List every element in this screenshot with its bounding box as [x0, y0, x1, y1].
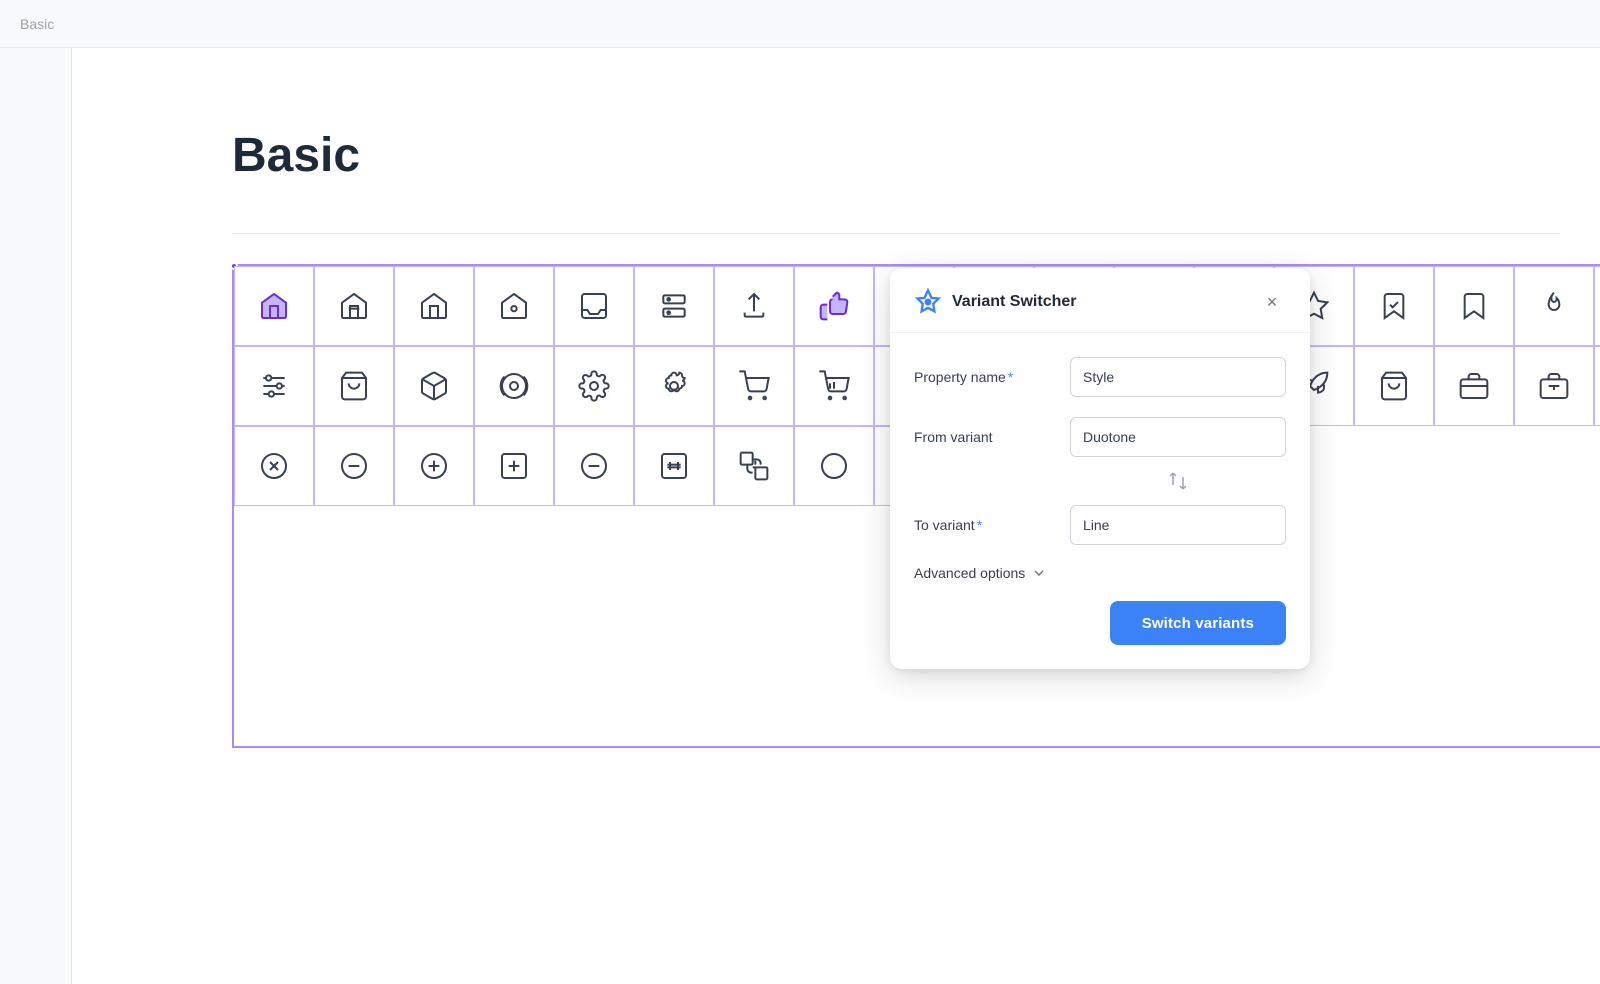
icon-cell: [1434, 346, 1514, 426]
icon-cell: [634, 266, 714, 346]
panel-icon: [914, 288, 942, 316]
to-variant-input[interactable]: [1070, 505, 1286, 545]
advanced-options-label: Advanced options: [914, 565, 1025, 581]
breadcrumb-bar: Basic: [0, 0, 1600, 48]
variant-switcher-panel: Variant Switcher × Property name* From v…: [890, 268, 1310, 669]
property-name-input[interactable]: [1070, 357, 1286, 397]
icon-cell: [1434, 266, 1514, 346]
required-star: *: [1008, 369, 1013, 385]
thumbs-up-filled-icon: [818, 290, 850, 322]
icon-cell: [394, 266, 474, 346]
icon-cell: [394, 426, 474, 506]
icon-cell: [1594, 346, 1600, 426]
property-name-row: Property name*: [914, 357, 1286, 397]
icon-cell: [714, 266, 794, 346]
icon-cell: [394, 346, 474, 426]
home-filled-icon: [258, 290, 290, 322]
swap-icon-wrapper: [914, 469, 1286, 493]
panel-body: Property name* From variant To variant* …: [890, 333, 1310, 581]
to-variant-row: To variant*: [914, 505, 1286, 545]
icon-cell: [1354, 266, 1434, 346]
icon-cell: [474, 346, 554, 426]
bookmark-check-icon: [1378, 290, 1410, 322]
icon-cell: [1514, 346, 1594, 426]
cart-detail-icon: [818, 370, 850, 402]
icon-grid-wrapper: [72, 254, 1600, 748]
panel-header: Variant Switcher ×: [890, 268, 1310, 333]
briefcase-outline-icon: [1538, 370, 1570, 402]
advanced-options-row[interactable]: Advanced options: [914, 565, 1286, 581]
to-variant-label: To variant*: [914, 517, 1054, 533]
inbox-icon: [578, 290, 610, 322]
property-name-label: Property name*: [914, 369, 1054, 385]
icon-cell: [714, 426, 794, 506]
chevron-down-icon: [1031, 565, 1047, 581]
icon-cell: [474, 426, 554, 506]
icon-cell: [794, 426, 874, 506]
cart-icon: [738, 370, 770, 402]
minus-circle-icon: [338, 450, 370, 482]
icon-cell: [1594, 266, 1600, 346]
page-title: Basic: [232, 128, 1600, 183]
box-icon: [418, 370, 450, 402]
settings-circle-icon: [498, 370, 530, 402]
bookmark-icon: [1458, 290, 1490, 322]
settings-flower-icon: [658, 370, 690, 402]
icon-cell: [234, 426, 314, 506]
circle-icon: [818, 450, 850, 482]
icon-cell: [234, 266, 314, 346]
close-button[interactable]: ×: [1258, 288, 1286, 316]
icon-cell: [234, 346, 314, 426]
from-variant-row: From variant: [914, 417, 1286, 457]
icon-cell: [634, 346, 714, 426]
home-outline-icon: [418, 290, 450, 322]
from-variant-label: From variant: [914, 429, 1054, 445]
panel-title: Variant Switcher: [952, 293, 1077, 311]
divider: [232, 233, 1560, 234]
icon-cell: [794, 346, 874, 426]
icon-cell: [554, 426, 634, 506]
settings-gear-icon: [578, 370, 610, 402]
icon-cell: [314, 346, 394, 426]
home-settings-icon: [498, 290, 530, 322]
shopping-bag-icon: [1378, 370, 1410, 402]
home-minus-icon: [338, 290, 370, 322]
icon-cell: [1514, 266, 1594, 346]
plus-circle-icon: [418, 450, 450, 482]
fire-icon: [1538, 290, 1570, 322]
bag-icon: [338, 370, 370, 402]
icon-cell: [474, 266, 554, 346]
settings-sliders-icon: [258, 370, 290, 402]
icon-cell: [1354, 346, 1434, 426]
icon-cell: [314, 266, 394, 346]
plus-square-icon: [498, 450, 530, 482]
icon-cell: [634, 426, 714, 506]
panel-header-left: Variant Switcher: [914, 288, 1077, 316]
from-variant-input[interactable]: [1070, 417, 1286, 457]
x-circle-icon: [258, 450, 290, 482]
to-variant-required-star: *: [977, 517, 982, 533]
share-icon: [738, 290, 770, 322]
breadcrumb-label: Basic: [20, 16, 54, 32]
icon-cell: [794, 266, 874, 346]
minus-circle2-icon: [578, 450, 610, 482]
hash-square-icon: [658, 450, 690, 482]
sidebar: [0, 48, 72, 984]
storage-icon: [658, 290, 690, 322]
canvas-area: Basic: [72, 48, 1600, 984]
briefcase-icon: [1458, 370, 1490, 402]
switch-variants-button[interactable]: Switch variants: [1110, 601, 1286, 645]
icon-cell: [314, 426, 394, 506]
icon-cell: [554, 346, 634, 426]
combine-icon: [738, 450, 770, 482]
icon-cell: [554, 266, 634, 346]
icon-cell: [714, 346, 794, 426]
swap-icon: [1166, 469, 1190, 493]
